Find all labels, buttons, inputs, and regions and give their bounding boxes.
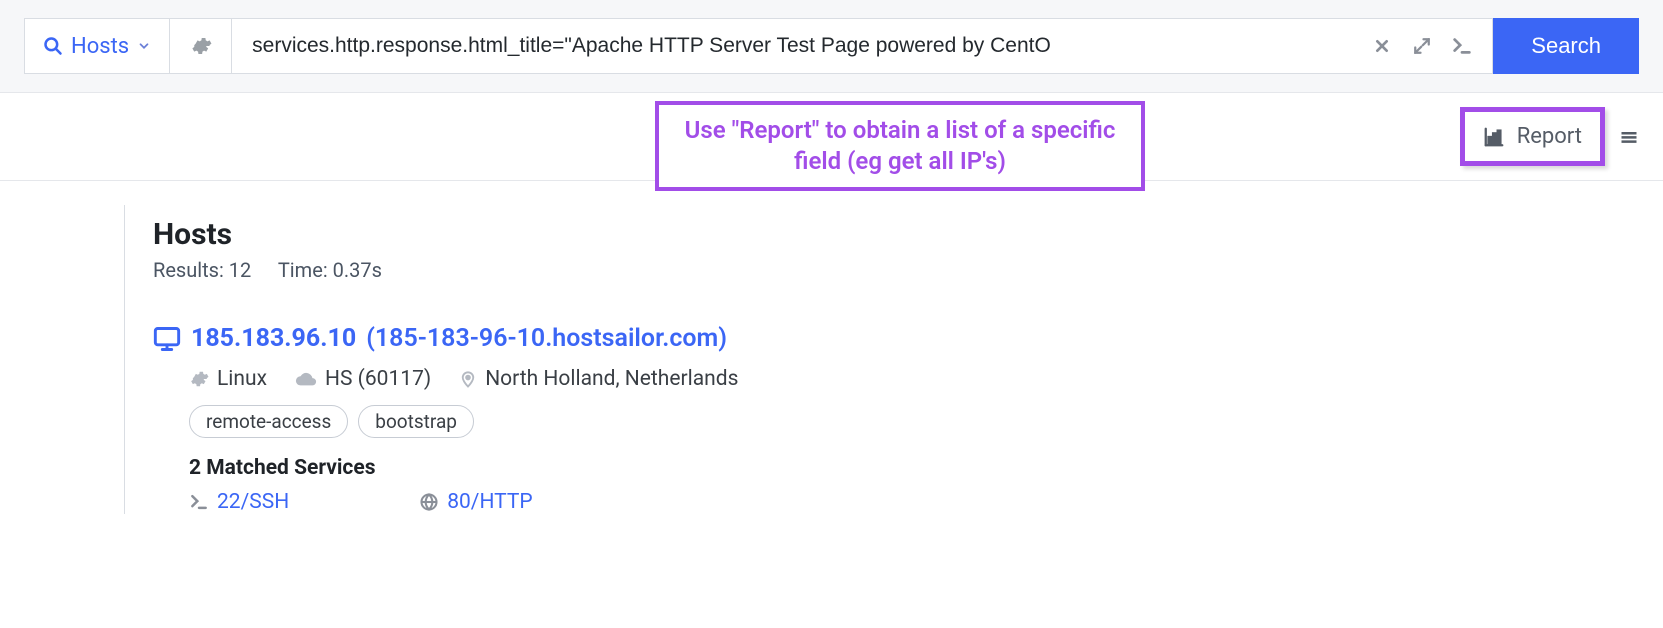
matched-services: 22/SSH 80/HTTP [189,490,1639,514]
host-os-label: Linux [217,367,267,391]
gear-icon [189,369,209,389]
host-result: 185.183.96.10 (185-183-96-10.hostsailor.… [153,324,1639,514]
results-area: Hosts Results: 12 Time: 0.37s 185.183.96… [0,181,1663,514]
results-time: Time: 0.37s [278,258,382,282]
host-ip: 185.183.96.10 [191,324,356,353]
query-input-wrap [232,18,1493,74]
host-link[interactable]: 185.183.96.10 (185-183-96-10.hostsailor.… [153,324,1639,353]
service-link[interactable]: 80/HTTP [419,490,532,514]
service-link[interactable]: 22/SSH [189,490,289,514]
stack-icon[interactable] [1619,127,1639,147]
host-location: North Holland, Netherlands [459,367,738,391]
results-count: Results: 12 [153,258,251,282]
chevron-down-icon [137,39,151,53]
host-location-label: North Holland, Netherlands [485,367,738,391]
top-search-bar: Hosts Search [0,0,1663,93]
host-asn: HS (60117) [295,367,431,391]
close-icon [1374,38,1390,54]
service-label: 80/HTTP [447,490,532,514]
service-label: 22/SSH [217,490,289,514]
report-button[interactable]: Report [1460,107,1605,166]
map-pin-icon [459,368,477,390]
expand-query-button[interactable] [1402,26,1442,66]
tag[interactable]: bootstrap [358,405,474,438]
host-meta: Linux HS (60117) North Holland, Netherla… [189,367,1639,391]
annotation-callout: Use "Report" to obtain a list of a speci… [655,101,1145,191]
settings-button[interactable] [170,18,232,74]
bar-chart-icon [1483,126,1505,148]
search-button[interactable]: Search [1493,18,1639,74]
search-icon [43,36,63,56]
sub-toolbar: Use "Report" to obtain a list of a speci… [0,93,1663,181]
monitor-icon [153,325,181,353]
host-asn-label: HS (60117) [325,367,431,391]
results-stats: Results: 12 Time: 0.37s [153,258,1639,282]
hosts-dropdown-label: Hosts [71,34,129,59]
clear-query-button[interactable] [1362,26,1402,66]
gear-icon [190,35,212,57]
terminal-icon [1451,35,1473,57]
tag[interactable]: remote-access [189,405,348,438]
host-os: Linux [189,367,267,391]
terminal-button[interactable] [1442,26,1482,66]
host-tags: remote-access bootstrap [189,405,1639,438]
host-rdns: (185-183-96-10.hostsailor.com) [366,324,727,353]
matched-services-heading: 2 Matched Services [189,456,1639,480]
results-heading: Hosts [153,217,1639,252]
globe-icon [419,492,439,512]
search-input[interactable] [250,33,1362,59]
report-label: Report [1517,124,1582,149]
hosts-dropdown[interactable]: Hosts [24,18,170,74]
terminal-icon [189,492,209,512]
expand-icon [1413,37,1431,55]
cloud-icon [295,368,317,390]
